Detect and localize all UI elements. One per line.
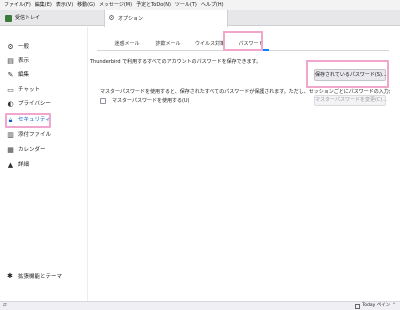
- change-master-password-button: マスターパスワードを変更(C)...: [314, 95, 387, 106]
- tab-inbox[interactable]: 受信トレイ: [2, 10, 102, 26]
- sidebar-item-label: 詳細: [18, 162, 30, 168]
- advanced-icon: ▲: [7, 161, 14, 169]
- sidebar-item-privacy[interactable]: ◐ プライバシー: [4, 98, 84, 111]
- gear-icon: ⚙: [7, 43, 14, 51]
- tab-scam-mail[interactable]: 詐欺メール: [149, 38, 187, 51]
- highlight-security: [5, 113, 51, 128]
- paperclip-icon: ▥: [7, 131, 14, 139]
- puzzle-icon: ✱: [7, 272, 13, 280]
- sidebar-item-composition[interactable]: ✎ 編集: [4, 69, 84, 82]
- sidebar-item-label: プライバシー: [18, 101, 51, 107]
- master-password-row: マスターパスワードを使用する(U): [100, 96, 190, 105]
- inbox-icon: [5, 14, 12, 22]
- connection-icon: ⇄: [3, 303, 7, 308]
- menu-tools[interactable]: ツール(T): [173, 0, 199, 10]
- sidebar-item-label: 添付ファイル: [18, 132, 52, 138]
- menu-help[interactable]: ヘルプ(H): [199, 0, 226, 10]
- sidebar-item-attachments[interactable]: ▥ 添付ファイル: [4, 129, 84, 142]
- status-bar: ⇄ Today ペイン ⌃: [0, 301, 400, 310]
- sidebar-item-chat[interactable]: ▭ チャット: [4, 84, 84, 97]
- gear-icon: ⚙: [108, 14, 115, 22]
- tab-options[interactable]: ⚙ オプション: [104, 10, 228, 27]
- menu-go[interactable]: 移動(G): [75, 0, 97, 10]
- sidebar-item-general[interactable]: ⚙ 一般: [4, 41, 84, 54]
- menu-view[interactable]: 表示(V): [54, 0, 75, 10]
- tab-inbox-label: 受信トレイ: [15, 15, 41, 21]
- extensions-label: 拡張機能とテーマ: [18, 274, 63, 280]
- today-pane-toggle[interactable]: Today ペイン ⌃: [355, 302, 396, 310]
- menu-message[interactable]: メッセージ(M): [97, 0, 134, 10]
- menu-bar: ファイル(F) 編集(E) 表示(V) 移動(G) メッセージ(M) 予定とTo…: [0, 0, 400, 10]
- sidebar-item-label: カレンダー: [18, 147, 46, 153]
- pencil-icon: ✎: [7, 71, 14, 79]
- passwords-description: Thunderbird で利用するすべてのアカウントのパスワードを保存できます。: [90, 59, 262, 65]
- use-master-password-label[interactable]: マスターパスワードを使用する(U): [112, 97, 190, 104]
- sidebar-item-label: 編集: [18, 72, 30, 78]
- highlight-passwords-tab: [223, 31, 263, 51]
- menu-events-tasks[interactable]: 予定とToDo(N): [134, 0, 173, 10]
- sidebar-extensions-themes[interactable]: ✱ 拡張機能とテーマ: [4, 271, 84, 283]
- sidebar-item-advanced[interactable]: ▲ 詳細: [4, 159, 84, 172]
- preferences-sidebar: ⚙ 一般 ▤ 表示 ✎ 編集 ▭ チャット ◐ プライバシー 🔒︎ セキュリティ…: [0, 27, 88, 301]
- window-tab-bar: 受信トレイ ⚙ オプション: [0, 10, 400, 27]
- tab-junk-mail[interactable]: 迷惑メール: [107, 38, 147, 51]
- chat-icon: ▭: [7, 86, 14, 94]
- sidebar-item-label: 一般: [18, 44, 30, 50]
- sidebar-item-display[interactable]: ▤ 表示: [4, 55, 84, 68]
- tab-options-label: オプション: [118, 15, 144, 22]
- today-pane-label: Today ペイン: [362, 303, 391, 308]
- sidebar-item-label: 表示: [18, 58, 30, 64]
- use-master-password-checkbox[interactable]: [100, 97, 106, 104]
- mask-icon: ◐: [7, 100, 14, 108]
- display-icon: ▤: [7, 57, 14, 65]
- calendar-icon: [355, 303, 361, 309]
- chevron-up-icon: ⌃: [392, 303, 396, 308]
- highlight-saved-passwords: [306, 60, 389, 88]
- sidebar-item-calendar[interactable]: ▦ カレンダー: [4, 144, 84, 157]
- master-password-description: マスターパスワードを使用すると、保存されたすべてのパスワードが保護されます。ただ…: [100, 89, 390, 95]
- menu-file[interactable]: ファイル(F): [2, 0, 33, 10]
- calendar-icon: ▦: [7, 146, 14, 154]
- sidebar-item-label: チャット: [18, 87, 40, 93]
- menu-edit[interactable]: 編集(E): [33, 0, 54, 10]
